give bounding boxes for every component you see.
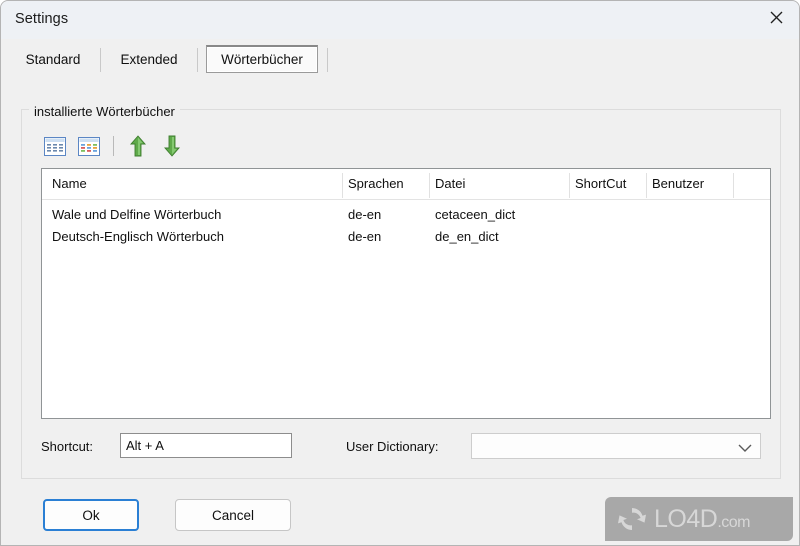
cell-sprachen: de-en bbox=[348, 207, 382, 222]
column-separator[interactable] bbox=[733, 173, 734, 198]
table-header-row: Name Sprachen Datei ShortCut Benutzer bbox=[42, 169, 770, 200]
column-header-shortcut[interactable]: ShortCut bbox=[575, 176, 626, 191]
tab-woerterbuecher-label: Wörterbücher bbox=[221, 52, 303, 67]
tab-separator bbox=[327, 48, 328, 72]
shortcut-label: Shortcut: bbox=[41, 439, 94, 454]
move-up-icon bbox=[130, 135, 146, 157]
cancel-button-label: Cancel bbox=[211, 507, 255, 523]
tab-woerterbuecher[interactable]: Wörterbücher bbox=[206, 45, 318, 73]
cell-sprachen: de-en bbox=[348, 229, 382, 244]
user-dictionary-select[interactable] bbox=[471, 433, 761, 459]
shortcut-input[interactable] bbox=[120, 433, 292, 458]
user-dictionary-label: User Dictionary: bbox=[346, 439, 439, 454]
tab-separator bbox=[100, 48, 101, 72]
dictionary-table: Name Sprachen Datei ShortCut Benutzer Wa… bbox=[42, 169, 770, 249]
window-title: Settings bbox=[15, 11, 69, 27]
chevron-down-icon bbox=[738, 440, 752, 458]
details-view-icon bbox=[78, 136, 100, 156]
watermark-main: LO4D bbox=[654, 504, 718, 533]
ok-button-label: Ok bbox=[82, 507, 100, 523]
column-header-datei[interactable]: Datei bbox=[435, 176, 465, 191]
cancel-button[interactable]: Cancel bbox=[175, 499, 291, 531]
list-view-icon bbox=[44, 136, 66, 156]
tab-standard[interactable]: Standard bbox=[15, 45, 91, 73]
column-separator[interactable] bbox=[646, 173, 647, 198]
tab-strip: Standard Extended Wörterbücher bbox=[1, 39, 799, 81]
move-down-icon bbox=[164, 135, 180, 157]
cell-datei: de_en_dict bbox=[435, 229, 499, 244]
tab-extended-label: Extended bbox=[120, 51, 178, 67]
move-down-button[interactable] bbox=[158, 133, 186, 159]
settings-dialog-window: Settings Standard Extended Wörterbücher … bbox=[0, 0, 800, 546]
tab-extended[interactable]: Extended bbox=[111, 45, 187, 73]
details-view-button[interactable] bbox=[75, 133, 103, 159]
list-view-button[interactable] bbox=[41, 133, 69, 159]
cell-datei: cetaceen_dict bbox=[435, 207, 516, 222]
title-bar: Settings bbox=[1, 1, 799, 39]
cell-name: Wale und Delfine Wörterbuch bbox=[52, 207, 222, 222]
close-icon bbox=[770, 11, 782, 23]
tab-separator bbox=[197, 48, 198, 72]
table-row[interactable]: Deutsch-Englisch Wörterbuch de-en de_en_… bbox=[42, 227, 770, 249]
refresh-circle-icon bbox=[618, 508, 646, 530]
watermark-text: LO4D.com bbox=[654, 505, 750, 534]
toolbar-divider bbox=[113, 136, 114, 156]
column-separator[interactable] bbox=[569, 173, 570, 198]
column-header-sprachen[interactable]: Sprachen bbox=[348, 176, 404, 191]
group-label: installierte Wörterbücher bbox=[29, 104, 180, 119]
dictionary-list[interactable]: Name Sprachen Datei ShortCut Benutzer Wa… bbox=[41, 168, 771, 419]
column-header-name[interactable]: Name bbox=[52, 176, 87, 191]
ok-button[interactable]: Ok bbox=[43, 499, 139, 531]
cell-name: Deutsch-Englisch Wörterbuch bbox=[52, 229, 224, 244]
table-row[interactable]: Wale und Delfine Wörterbuch de-en cetace… bbox=[42, 205, 770, 227]
column-separator[interactable] bbox=[342, 173, 343, 198]
lo4d-watermark: LO4D.com bbox=[605, 497, 793, 541]
move-up-button[interactable] bbox=[124, 133, 152, 159]
tab-standard-label: Standard bbox=[25, 51, 81, 67]
watermark-suffix: .com bbox=[717, 513, 750, 531]
column-header-benutzer[interactable]: Benutzer bbox=[652, 176, 704, 191]
column-separator[interactable] bbox=[429, 173, 430, 198]
close-button[interactable] bbox=[753, 1, 799, 33]
dictionary-toolbar bbox=[41, 131, 192, 161]
